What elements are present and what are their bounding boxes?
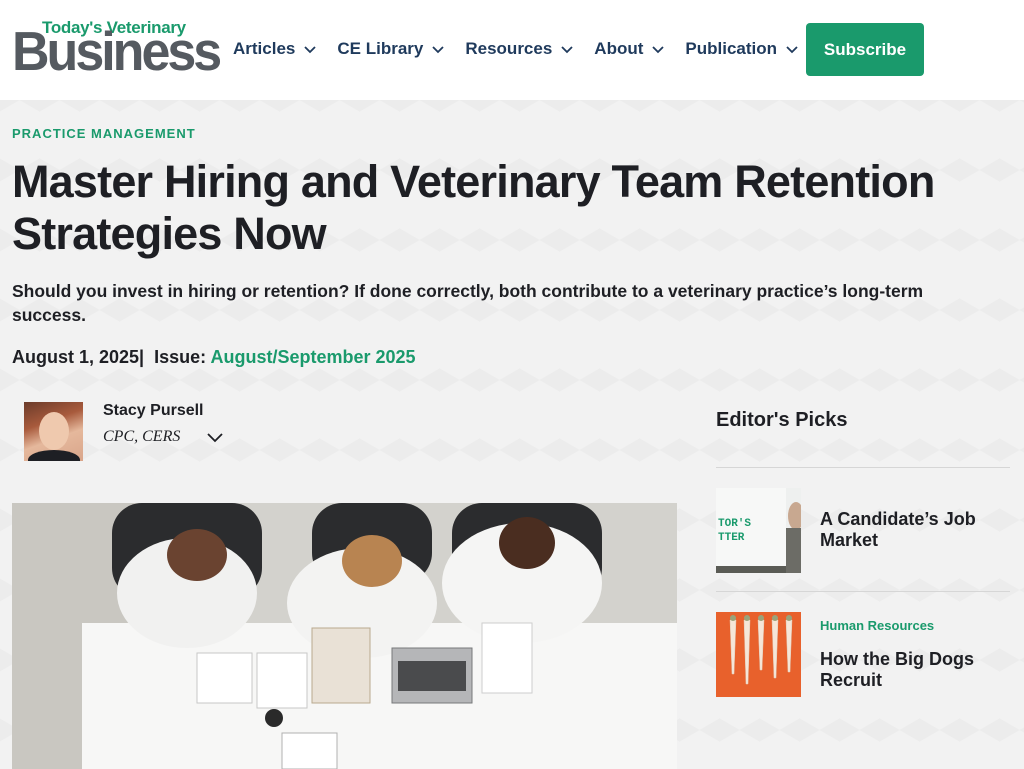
avatar-face [39, 412, 69, 450]
pick-thumbnail-text-1: TOR'S [718, 518, 751, 530]
author-avatar [24, 402, 83, 461]
article-title: Master Hiring and Veterinary Team Retent… [12, 156, 935, 259]
editors-picks-title: Editor's Picks [716, 409, 848, 431]
pick-thumbnail[interactable] [716, 612, 801, 697]
hero-illustration [12, 503, 677, 769]
nav-about[interactable]: About [594, 36, 665, 62]
pick-category[interactable]: Human Resources [820, 618, 934, 633]
chevron-down-icon [304, 46, 317, 54]
avatar-shoulders [28, 450, 80, 461]
chevron-down-icon [652, 46, 665, 54]
sidebar-divider [716, 467, 1010, 468]
nav-resources[interactable]: Resources [465, 36, 574, 62]
pick-title[interactable]: A Candidate’s Job Market [820, 509, 1000, 551]
nav-ce-library-label: CE Library [337, 39, 424, 58]
chevron-down-icon [786, 46, 798, 54]
nav-publication-label: Publication [685, 39, 778, 58]
sidebar-divider [716, 591, 1010, 592]
nav-articles[interactable]: Articles [233, 36, 317, 62]
chevron-down-icon[interactable] [205, 428, 225, 446]
article-category[interactable]: PRACTICE MANAGEMENT [12, 126, 196, 141]
publish-date: August 1, 2025 [12, 347, 140, 367]
article-meta: August 1, 2025| Issue: August/September … [12, 347, 416, 368]
nav-resources-label: Resources [465, 39, 553, 58]
subscribe-button[interactable]: Subscribe [806, 23, 924, 76]
pick-thumbnail[interactable]: TOR'S TTER [716, 488, 801, 573]
chevron-down-icon [561, 46, 573, 54]
pick-thumbnail-graphic [716, 612, 801, 697]
issue-link[interactable]: August/September 2025 [210, 347, 415, 367]
issue-label: Issue: [154, 347, 207, 367]
author-credentials: CPC, CERS [103, 428, 181, 445]
pick-thumbnail-graphic: TOR'S TTER [716, 488, 801, 573]
logo-wordmark: Business [12, 21, 222, 83]
main-nav: Articles CE Library Resources About Publ… [233, 36, 819, 62]
author-name[interactable]: Stacy Pursell [103, 402, 204, 420]
nav-ce-library[interactable]: CE Library [337, 36, 445, 62]
meta-separator: | [139, 347, 145, 367]
site-logo[interactable]: Today's Veterinary Business [12, 18, 222, 79]
nav-about-label: About [594, 39, 644, 58]
site-header: Today's Veterinary Business Articles CE … [0, 0, 1024, 100]
article-subtitle: Should you invest in hiring or retention… [12, 281, 924, 325]
nav-articles-label: Articles [233, 39, 296, 58]
hero-image [12, 503, 677, 769]
nav-publication[interactable]: Publication [685, 36, 799, 62]
chevron-down-icon [432, 46, 444, 54]
pick-title[interactable]: How the Big Dogs Recruit [820, 649, 1000, 691]
pick-thumbnail-text-2: TTER [718, 532, 745, 544]
